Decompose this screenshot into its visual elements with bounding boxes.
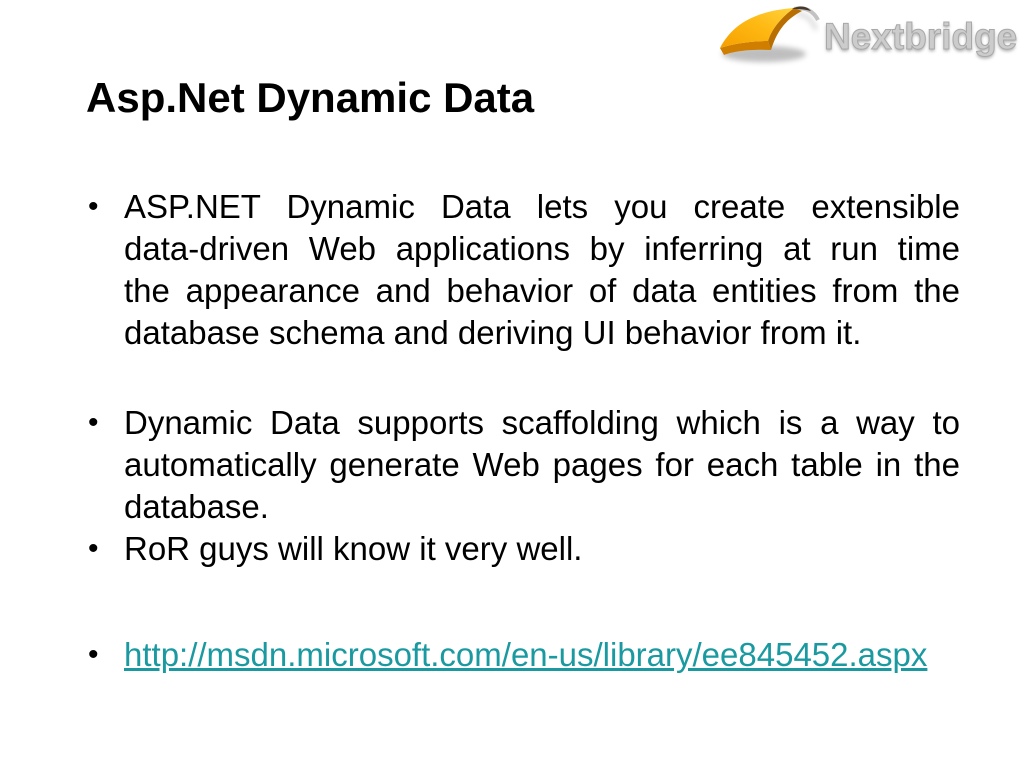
swoosh-arrow-icon xyxy=(714,1,820,67)
bullet-line: database. xyxy=(124,488,269,525)
logo-wordmark: Nextbridge xyxy=(823,16,1018,58)
page-title: Asp.Net Dynamic Data xyxy=(86,74,535,121)
nextbridge-logo: Nextbridge xyxy=(714,0,1018,68)
bullet-line: database schema and deriving UI behavior… xyxy=(124,314,862,351)
bullet-line: Dynamic Data supports scaffolding which … xyxy=(124,404,960,441)
bullet-icon: • xyxy=(88,638,99,671)
bullet-icon: • xyxy=(88,190,99,223)
bullet-line: ASP.NET Dynamic Data lets you create ext… xyxy=(124,188,960,225)
bullet-line: data-driven Web applications by inferrin… xyxy=(124,230,960,267)
bullet-icon: • xyxy=(88,406,99,439)
msdn-link[interactable]: http://msdn.microsoft.com/en-us/library/… xyxy=(124,636,927,673)
bullet-icon: • xyxy=(88,532,99,565)
bullet-item-1: • ASP.NET Dynamic Data lets you create e… xyxy=(86,186,962,354)
bullet-item-3: • RoR guys will know it very well. xyxy=(86,528,962,570)
bullet-line: the appearance and behavior of data enti… xyxy=(124,272,960,309)
bullet-item-2: • Dynamic Data supports scaffolding whic… xyxy=(86,402,962,528)
bullet-line: RoR guys will know it very well. xyxy=(124,530,583,567)
slide: Nextbridge Asp.Net Dynamic Data • ASP.NE… xyxy=(0,0,1024,768)
bullet-line: automatically generate Web pages for eac… xyxy=(124,446,960,483)
bullet-item-link: • http://msdn.microsoft.com/en-us/librar… xyxy=(86,634,962,676)
